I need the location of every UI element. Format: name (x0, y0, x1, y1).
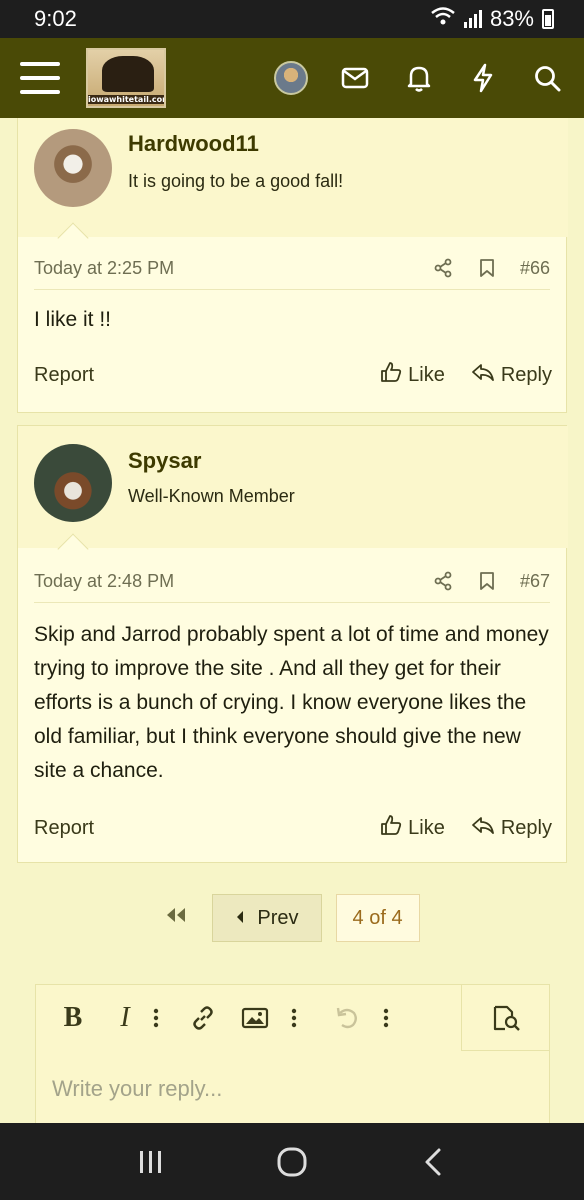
reply-input[interactable] (52, 1069, 533, 1109)
reply-icon (471, 815, 495, 841)
more-insert-options-icon[interactable] (284, 997, 304, 1039)
wifi-icon (430, 6, 456, 32)
post-meta: Today at 2:48 PM #67 (34, 570, 550, 603)
thread-content: Hardwood11 It is going to be a good fall… (0, 118, 584, 1123)
user-block: Hardwood11 It is going to be a good fall… (18, 118, 568, 237)
signal-icon (463, 10, 482, 28)
avatar[interactable] (34, 444, 112, 522)
bookmark-icon[interactable] (476, 570, 498, 592)
caret-left-icon (235, 907, 245, 930)
post-67: Spysar Well-Known Member Today at 2:48 P… (17, 425, 568, 863)
post-actions: Report Like Reply (34, 814, 552, 842)
user-title: Well-Known Member (128, 486, 295, 506)
thumbs-up-icon (380, 814, 402, 842)
user-block: Spysar Well-Known Member (18, 426, 568, 548)
battery-icon (542, 9, 554, 29)
reply-editor: B I (35, 984, 550, 1123)
bell-icon[interactable] (402, 61, 436, 95)
android-nav-bar (0, 1123, 584, 1200)
menu-icon[interactable] (20, 62, 60, 94)
post-body: I like it !! (34, 308, 112, 331)
post-number[interactable]: #67 (520, 571, 550, 592)
post-date[interactable]: Today at 2:48 PM (34, 571, 410, 592)
home-icon[interactable] (267, 1137, 317, 1187)
reply-label: Reply (500, 363, 552, 386)
recent-apps-icon[interactable] (126, 1137, 176, 1187)
bold-button[interactable]: B (52, 997, 94, 1039)
reply-icon (471, 362, 495, 388)
back-icon[interactable] (408, 1137, 458, 1187)
username[interactable]: Hardwood11 (128, 131, 259, 157)
current-page-indicator[interactable]: 4 of 4 (335, 894, 420, 942)
italic-button[interactable]: I (104, 997, 146, 1039)
post-actions: Report Like Reply (34, 361, 552, 389)
post-meta: Today at 2:25 PM #66 (34, 257, 550, 290)
prev-label: Prev (257, 906, 299, 929)
more-text-options-icon[interactable] (146, 997, 166, 1039)
thumbs-up-icon (380, 361, 402, 389)
username[interactable]: Spysar (128, 448, 201, 474)
site-logo[interactable]: iowawhitetail.com (86, 48, 166, 108)
bolt-icon[interactable] (466, 61, 500, 95)
inbox-icon[interactable] (338, 61, 372, 95)
prev-page-button[interactable]: Prev (212, 894, 322, 942)
like-button[interactable]: Like (380, 361, 445, 389)
first-page-icon[interactable] (164, 906, 188, 930)
preview-icon[interactable] (461, 985, 549, 1051)
avatar[interactable] (34, 129, 112, 207)
user-title: It is going to be a good fall! (128, 171, 344, 191)
share-icon[interactable] (432, 257, 454, 279)
post-body: Skip and Jarrod probably spent a lot of … (34, 623, 549, 782)
bookmark-icon[interactable] (476, 257, 498, 279)
more-history-options-icon[interactable] (376, 997, 396, 1039)
battery-percent: 83% (489, 6, 534, 31)
post-number[interactable]: #66 (520, 258, 550, 279)
status-bar: 9:02 83% (0, 0, 584, 38)
undo-icon[interactable] (326, 997, 368, 1039)
post-date[interactable]: Today at 2:25 PM (34, 258, 410, 279)
like-label: Like (408, 816, 445, 839)
like-button[interactable]: Like (380, 814, 445, 842)
reply-button[interactable]: Reply (471, 815, 552, 841)
editor-toolbar: B I (36, 985, 549, 1051)
top-nav: iowawhitetail.com (0, 38, 584, 118)
share-icon[interactable] (432, 570, 454, 592)
account-avatar[interactable] (274, 61, 308, 95)
status-time: 9:02 (34, 6, 77, 31)
report-button[interactable]: Report (34, 817, 354, 840)
deer-antler-icon (102, 56, 154, 92)
like-label: Like (408, 363, 445, 386)
report-button[interactable]: Report (34, 364, 354, 387)
search-icon[interactable] (530, 61, 564, 95)
reply-label: Reply (500, 816, 552, 839)
post-66: Hardwood11 It is going to be a good fall… (17, 118, 568, 413)
pagination: Prev 4 of 4 (17, 873, 567, 963)
image-icon[interactable] (234, 997, 276, 1039)
reply-button[interactable]: Reply (471, 362, 552, 388)
link-icon[interactable] (182, 997, 224, 1039)
logo-text: iowawhitetail.com (88, 95, 166, 104)
